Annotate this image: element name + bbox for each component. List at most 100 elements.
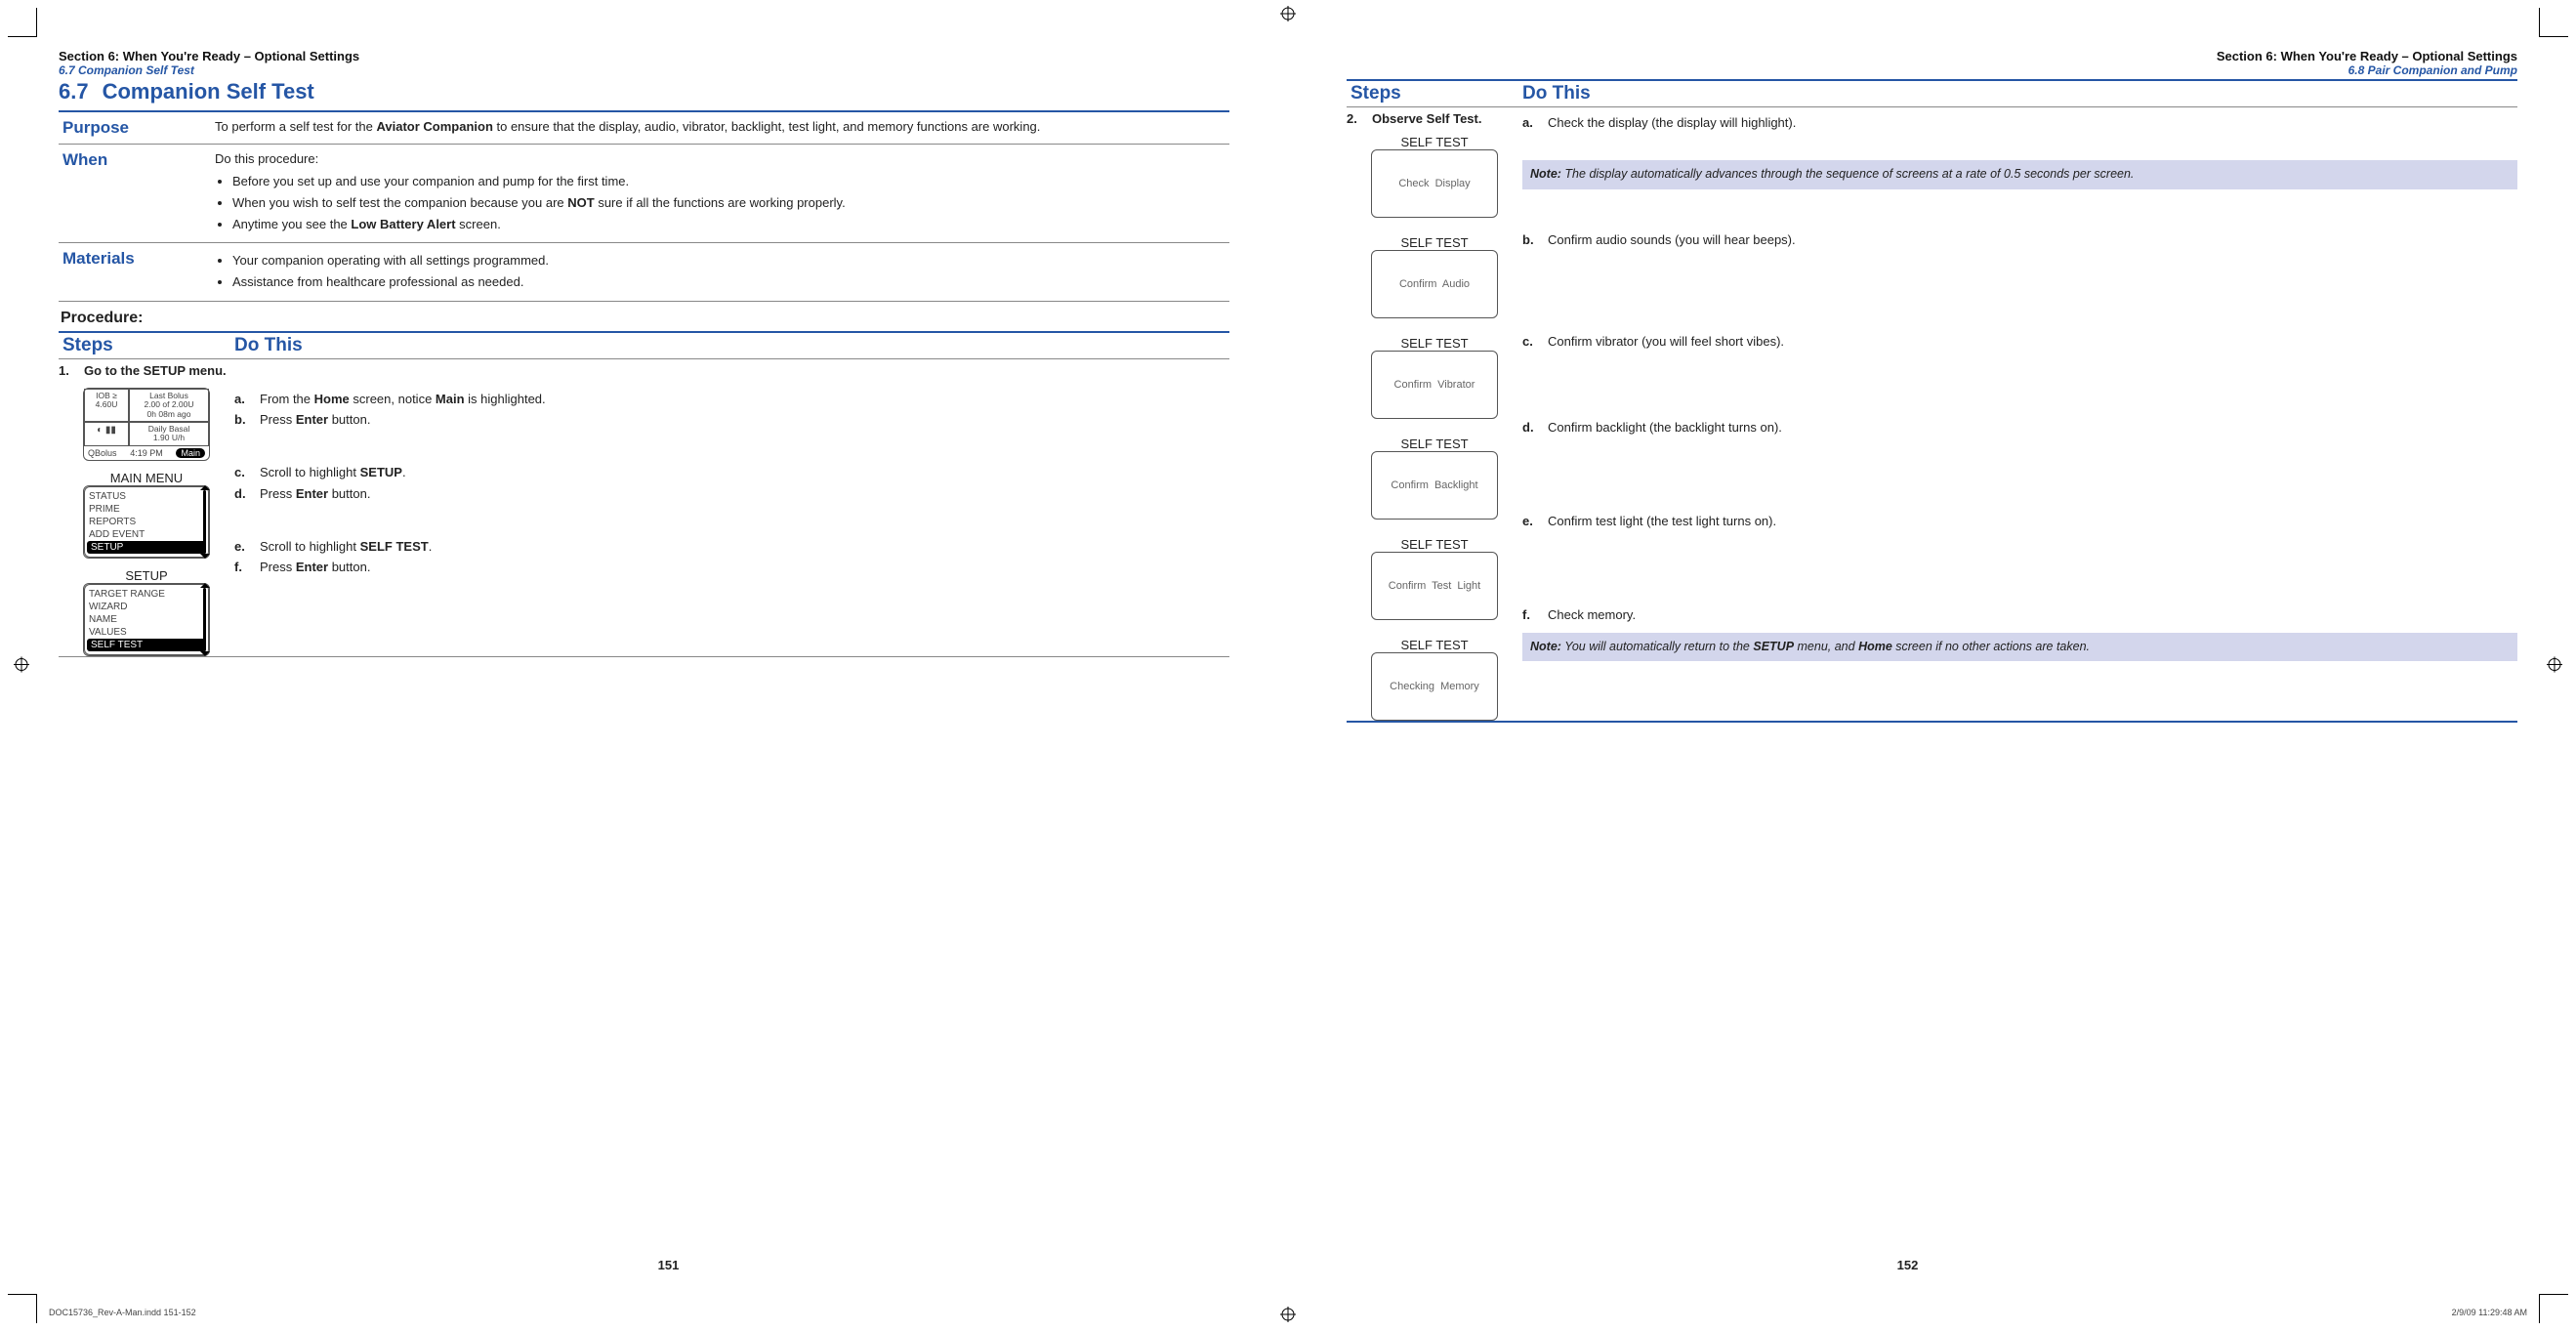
- text: To perform a self test for the: [215, 119, 376, 134]
- menu-item: VALUES: [85, 626, 208, 639]
- qbolus-label: QBolus: [88, 448, 117, 458]
- screen-title: SETUP: [125, 568, 167, 583]
- screen-text: Check Display: [1372, 178, 1497, 189]
- action-item: e.Scroll to highlight SELF TEST.: [234, 538, 1229, 556]
- running-head-section: Section 6: When You're Ready – Optional …: [1347, 49, 2517, 63]
- page-left: Section 6: When You're Ready – Optional …: [49, 39, 1288, 1272]
- scrollbar-icon: [203, 490, 206, 554]
- running-head-section: Section 6: When You're Ready – Optional …: [59, 49, 1229, 63]
- when-row: When Do this procedure: Before you set u…: [59, 145, 1229, 242]
- crop-mark: [2539, 1294, 2568, 1323]
- text-bold: NOT: [567, 195, 594, 210]
- device-screen: SELF TEST Checking Memory: [1371, 638, 1498, 721]
- action-item: e. Confirm test light (the test light tur…: [1522, 513, 2517, 530]
- note-text: menu, and: [1794, 640, 1858, 653]
- list-item: When you wish to self test the companion…: [232, 194, 1229, 213]
- scrollbar-icon: [203, 588, 206, 651]
- screen-text: Confirm Vibrator: [1372, 379, 1497, 391]
- action-text: Confirm test light (the test light turns…: [1548, 513, 2517, 530]
- action-label: d.: [234, 485, 252, 503]
- materials-row: Materials Your companion operating with …: [59, 243, 1229, 301]
- screen-text: Confirm Backlight: [1372, 479, 1497, 491]
- action-item: a. Check the display (the display will hi…: [1522, 114, 2517, 132]
- screen-title: SELF TEST: [1400, 437, 1468, 451]
- menu-item: REPORTS: [85, 516, 208, 528]
- menu-item: WIZARD: [85, 601, 208, 613]
- list-item: Assistance from healthcare professional …: [232, 273, 1229, 292]
- when-label: When: [59, 150, 215, 236]
- action-item: b.Press Enter button.: [234, 411, 1229, 429]
- screen-text: Confirm Test Light: [1372, 580, 1497, 592]
- registration-mark-icon: [2547, 656, 2562, 675]
- page-right: Section 6: When You're Ready – Optional …: [1288, 39, 2527, 1272]
- device-screen: SELF TESTConfirm Audio: [1371, 235, 1498, 318]
- action-label: d.: [1522, 419, 1540, 437]
- screen-title: SELF TEST: [1400, 638, 1468, 652]
- screens-column: SELF TESTCheck Display SELF TESTConfirm …: [1347, 135, 1522, 721]
- footer-timestamp: 2/9/09 11:29:48 AM: [2452, 1308, 2527, 1317]
- registration-mark-icon: [1280, 6, 1296, 24]
- cell: ◐ ▮▮: [84, 422, 129, 446]
- dothis-col-header: Do This: [1522, 83, 2517, 104]
- menu-item: NAME: [85, 613, 208, 626]
- note-text: You will automatically return to the: [1561, 640, 1753, 653]
- screen-text: Checking Memory: [1372, 681, 1497, 692]
- device-screen: SELF TESTConfirm Vibrator: [1371, 336, 1498, 419]
- action-text: Check memory.: [1548, 606, 2517, 624]
- cell: Last Bolus2.00 of 2.00U0h 08m ago: [129, 389, 209, 422]
- steps-col-header: Steps: [59, 335, 234, 356]
- action-text: Confirm audio sounds (you will hear beep…: [1548, 231, 2517, 249]
- device-screen: SELF TEST Confirm Backlight: [1371, 437, 1498, 520]
- running-head-sub: 6.7 Companion Self Test: [59, 63, 1229, 77]
- action-label: b.: [1522, 231, 1540, 249]
- text: screen.: [456, 217, 501, 231]
- dothis-col-header: Do This: [234, 335, 1229, 356]
- device-screen: SELF TESTConfirm Test Light: [1371, 537, 1498, 620]
- divider: [59, 656, 1229, 657]
- section-title: 6.7Companion Self Test: [59, 79, 1229, 104]
- text: Before you set up and use your companion…: [232, 174, 629, 188]
- purpose-row: Purpose To perform a self test for the A…: [59, 112, 1229, 144]
- action-label: a.: [1522, 114, 1540, 132]
- page-number: 152: [1897, 1258, 1919, 1272]
- footer: DOC15736_Rev-A-Man.indd 151-152 2/9/09 1…: [49, 1308, 2527, 1317]
- when-intro: Do this procedure:: [215, 150, 1229, 169]
- screen-title: SELF TEST: [1400, 235, 1468, 250]
- actions-column: Note: The display automatically advances…: [1522, 135, 2517, 721]
- step-number: 2.: [1347, 111, 1364, 135]
- menu-item-selected: SELF TEST: [87, 639, 206, 651]
- action-item: a.From the Home screen, notice Main is h…: [234, 391, 1229, 408]
- action-label: e.: [1522, 513, 1540, 530]
- step-row: 2. Observe Self Test. a.Check the displa…: [1347, 107, 2517, 135]
- note-label: Note:: [1530, 167, 1561, 181]
- registration-mark-icon: [14, 656, 29, 675]
- materials-label: Materials: [59, 249, 215, 295]
- screens-column: IOB ≥4.60U Last Bolus2.00 of 2.00U0h 08m…: [59, 388, 234, 656]
- cell: Daily Basal1.90 U/h: [129, 422, 209, 446]
- text-bold: Aviator Companion: [376, 119, 492, 134]
- crop-mark: [8, 1294, 37, 1323]
- section-number: 6.7: [59, 79, 89, 104]
- action-item: b. Confirm audio sounds (you will hear be…: [1522, 231, 2517, 249]
- time-label: 4:19 PM: [130, 448, 163, 458]
- action-item: d.Confirm backlight (the backlight turns…: [1522, 419, 2517, 437]
- note-label: Note:: [1530, 640, 1561, 653]
- note-text: screen if no other actions are taken.: [1892, 640, 2090, 653]
- cell: IOB ≥4.60U: [84, 389, 129, 422]
- step-number: 1.: [59, 363, 76, 378]
- divider: [59, 301, 1229, 302]
- step-row: 1. Go to the SETUP menu.: [59, 359, 1229, 388]
- action-item: c.Scroll to highlight SETUP.: [234, 464, 1229, 481]
- menu-item: ADD EVENT: [85, 528, 208, 541]
- action-item: f.Press Enter button.: [234, 559, 1229, 576]
- divider: [1347, 721, 2517, 723]
- device-screen: SELF TESTCheck Display: [1371, 135, 1498, 218]
- action-text: Check the display (the display will high…: [1548, 114, 2517, 132]
- note-box: Note: The display automatically advances…: [1522, 160, 2517, 189]
- note-text: SETUP: [1753, 640, 1794, 653]
- list-item: Before you set up and use your companion…: [232, 173, 1229, 191]
- crop-mark: [8, 8, 37, 37]
- step-title: Go to the SETUP menu.: [84, 363, 227, 378]
- note-text: The display automatically advances throu…: [1561, 167, 2134, 181]
- steps-col-header: Steps: [1347, 83, 1522, 104]
